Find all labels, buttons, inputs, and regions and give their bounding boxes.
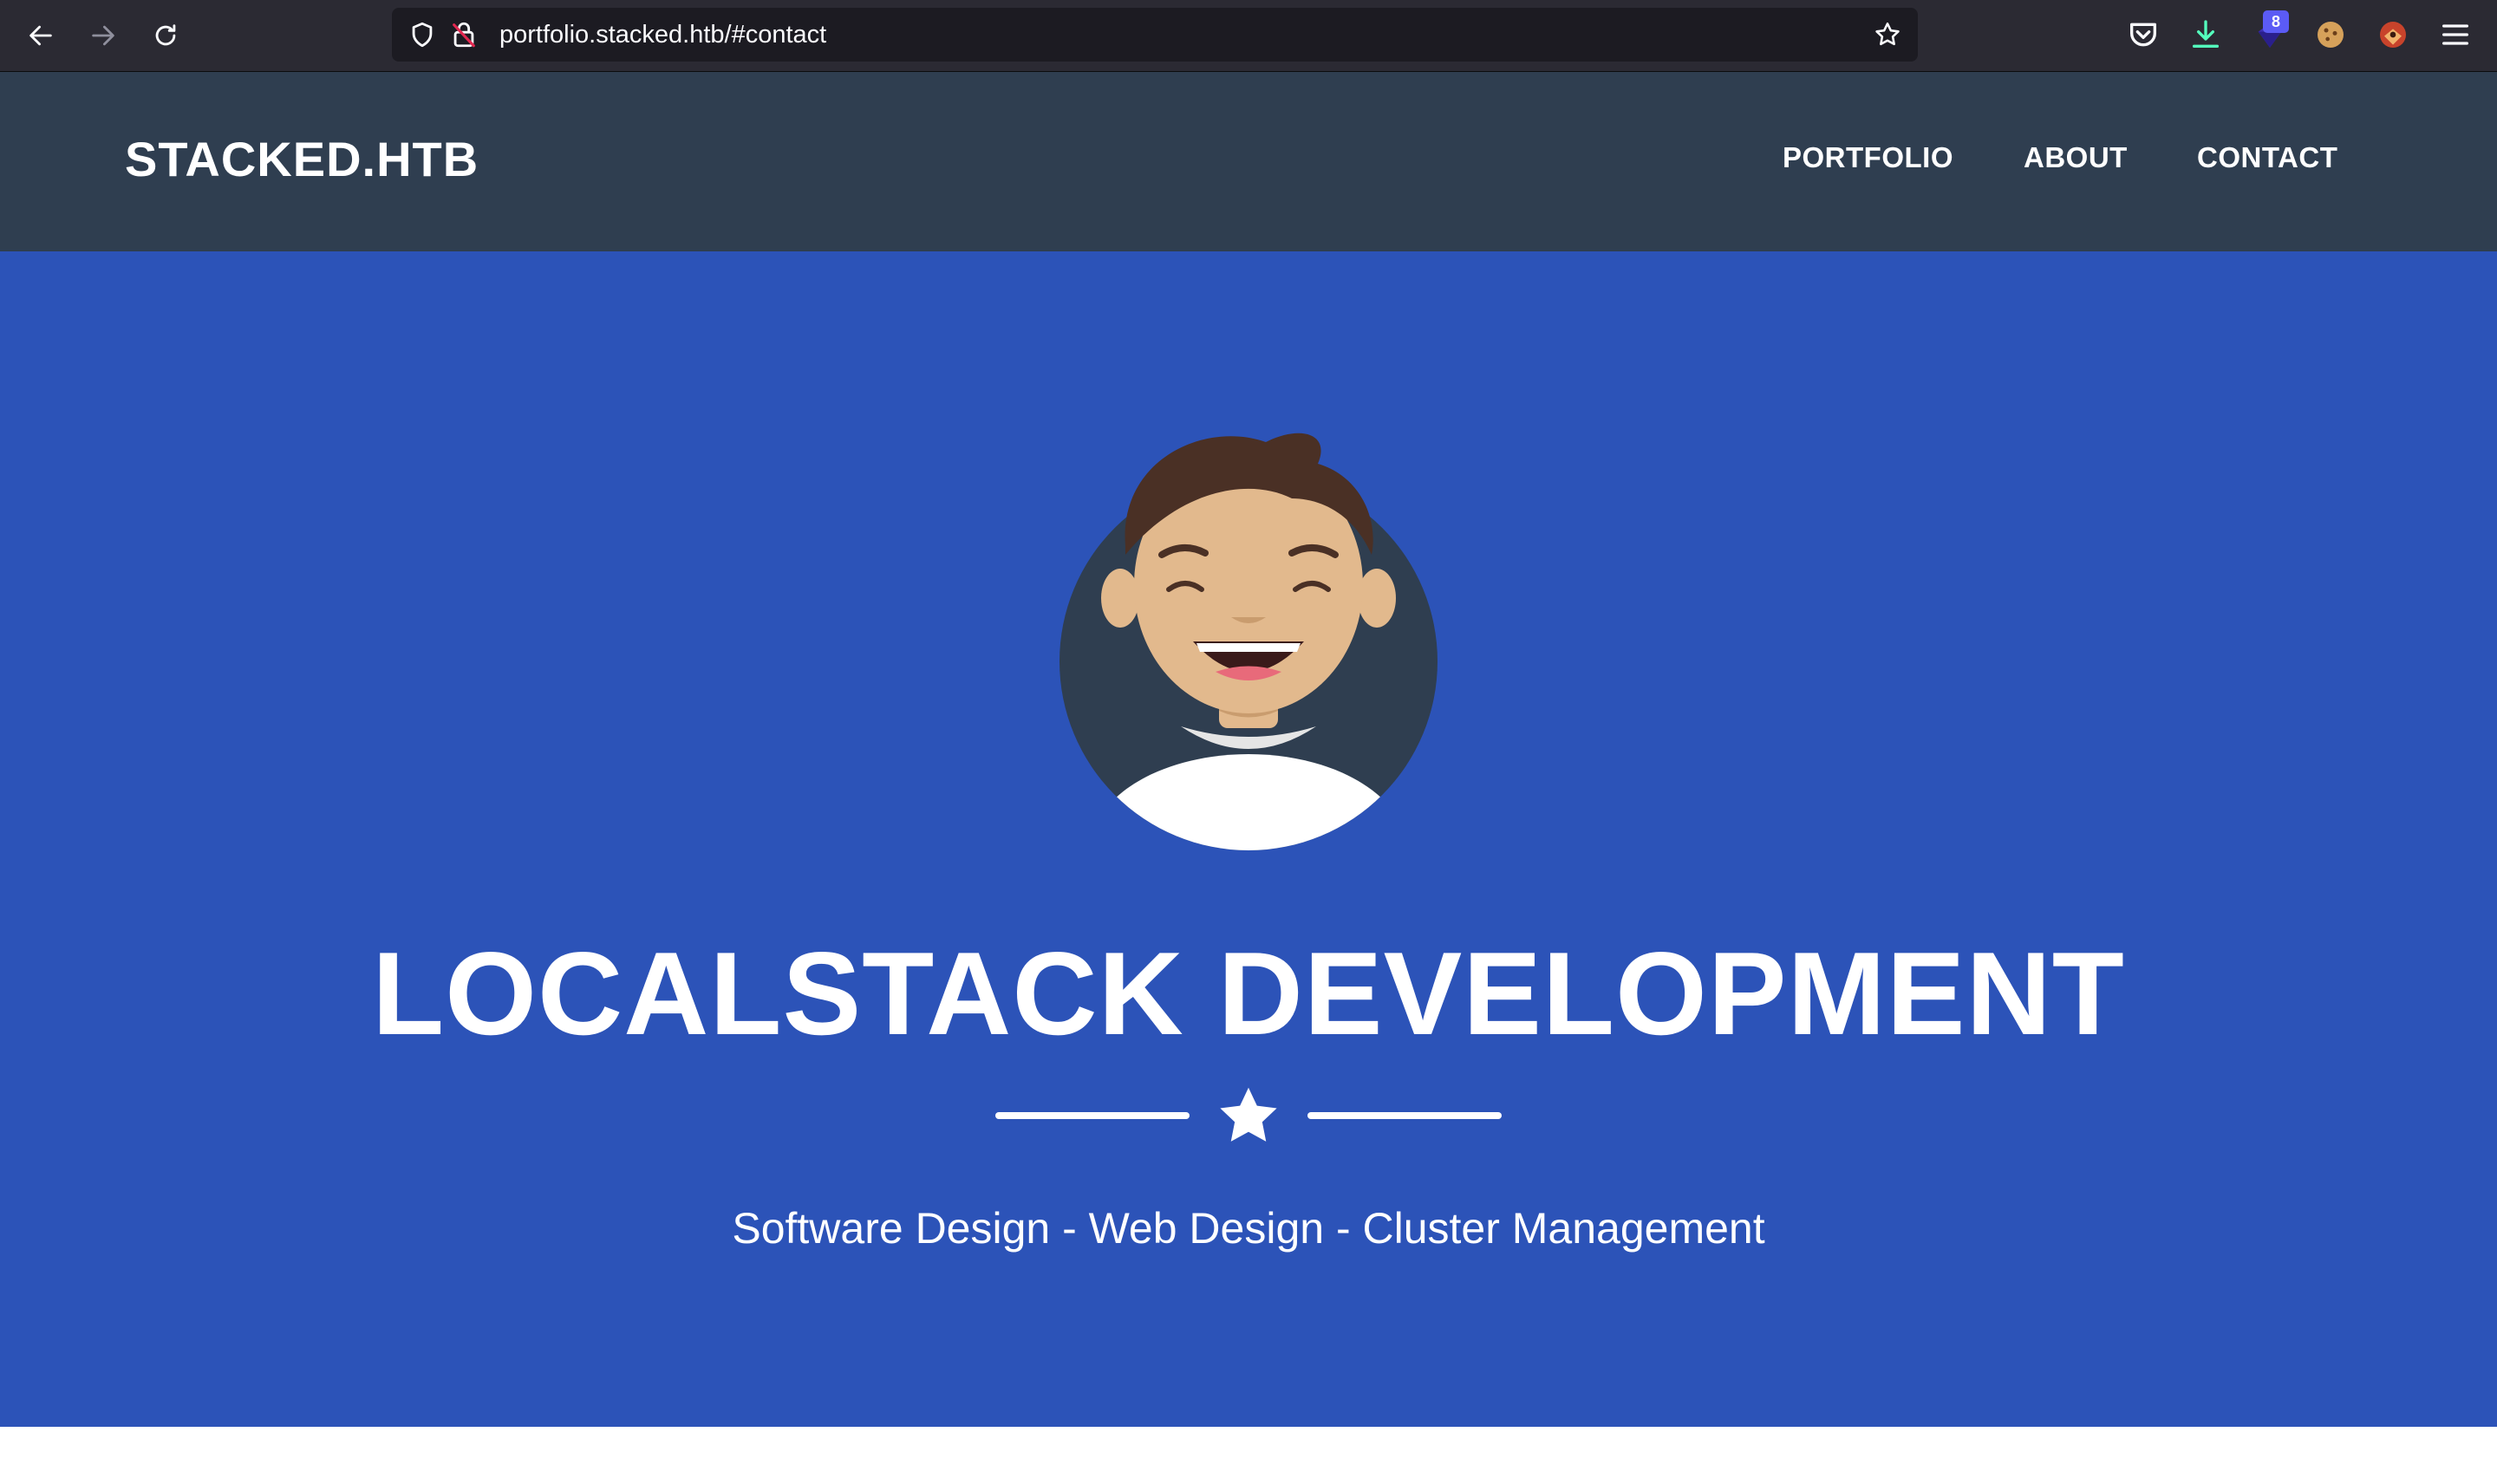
hero-subtitle: Software Design - Web Design - Cluster M… [732, 1204, 1765, 1253]
nav-link-about[interactable]: ABOUT [2024, 141, 2128, 174]
divider-line-left [995, 1112, 1190, 1119]
pocket-icon[interactable] [2126, 17, 2161, 52]
back-button[interactable] [19, 14, 62, 57]
hero-title: LOCALSTACK DEVELOPMENT [372, 928, 2125, 1059]
arrow-right-icon [92, 25, 114, 46]
cookie-icon[interactable] [2313, 17, 2348, 52]
nav-link-portfolio[interactable]: PORTFOLIO [1783, 141, 1953, 174]
shield-icon[interactable] [407, 20, 437, 49]
avatar-image [1059, 433, 1438, 850]
url-bar[interactable]: portfolio.stacked.htb/#contact [392, 8, 1918, 62]
nav-link-contact[interactable]: CONTACT [2197, 141, 2337, 174]
site-navbar: STACKED.HTB PORTFOLIO ABOUT CONTACT [0, 72, 2497, 251]
hero-section: LOCALSTACK DEVELOPMENT Software Design -… [0, 251, 2497, 1427]
url-text[interactable]: portfolio.stacked.htb/#contact [499, 8, 826, 62]
divider-line-right [1307, 1112, 1502, 1119]
download-icon[interactable] [2188, 17, 2223, 52]
browser-toolbar: portfolio.stacked.htb/#contact 8 [0, 0, 2497, 72]
arrow-left-icon [29, 25, 52, 46]
star-icon [1220, 1087, 1277, 1142]
star-outline-icon[interactable] [1873, 20, 1902, 49]
reload-button[interactable] [144, 14, 187, 57]
forward-button[interactable] [81, 14, 125, 57]
extension-badge: 8 [2263, 10, 2289, 33]
insecure-lock-icon[interactable] [449, 20, 479, 49]
extension-fox-icon[interactable] [2376, 17, 2410, 52]
site-brand-link[interactable]: STACKED.HTB [125, 131, 479, 187]
hamburger-menu-icon[interactable] [2438, 17, 2473, 52]
reload-icon [155, 24, 176, 46]
